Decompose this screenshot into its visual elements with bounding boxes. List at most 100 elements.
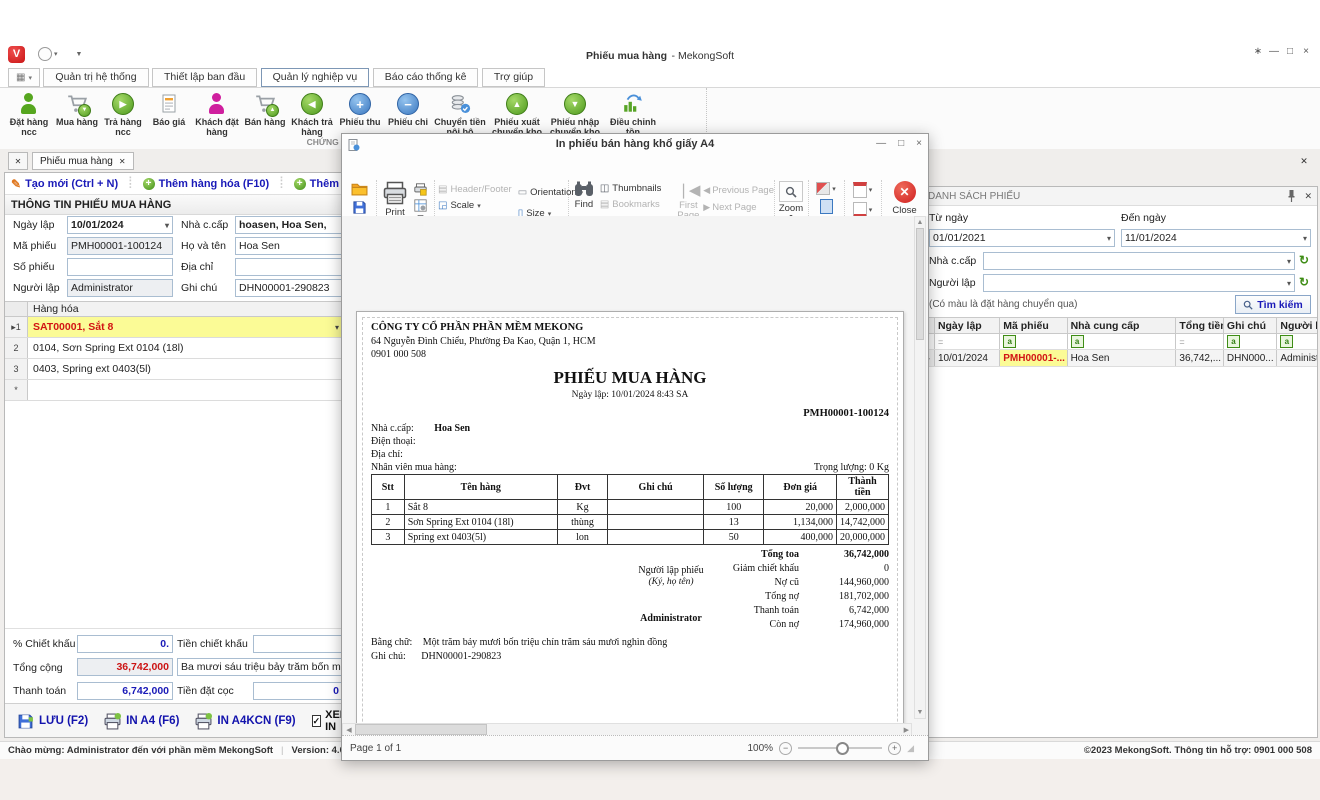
- tab-tro-giup[interactable]: Trợ giúp: [482, 68, 545, 87]
- tabstrip-close-icon[interactable]: ✕: [1296, 152, 1312, 170]
- print-a4-button[interactable]: IN A4 (F6): [104, 713, 179, 730]
- window-restore-icon[interactable]: □: [1282, 46, 1298, 57]
- add-employee-button[interactable]: + Thêm nhân viên: [294, 178, 344, 190]
- ribbon-app-button[interactable]: ▦ ▾: [8, 68, 40, 87]
- tong-cong-words-field[interactable]: Ba mươi sáu triệu bảy trăm bốn mươi hai …: [177, 658, 343, 676]
- refresh-icon[interactable]: ↻: [1299, 275, 1309, 289]
- ho-ten-field[interactable]: Hoa Sen: [235, 237, 343, 255]
- vscroll-thumb[interactable]: [916, 228, 924, 340]
- search-button[interactable]: Tìm kiếm: [1235, 295, 1311, 314]
- close-all-tabs-icon[interactable]: ✕: [8, 152, 28, 170]
- close-preview-button[interactable]: ✕ Close: [881, 180, 928, 216]
- resize-grip-icon[interactable]: ◢: [907, 743, 914, 754]
- dialog-close-icon[interactable]: ×: [916, 138, 922, 149]
- toolbar-phieu-thu[interactable]: + Phiếu thu: [336, 88, 384, 127]
- print-a4kcn-button[interactable]: IN A4KCN (F9): [195, 713, 295, 730]
- toolbar-ban-hang[interactable]: ▲ Bán hàng: [242, 88, 288, 127]
- creator-filter-field[interactable]: ▾: [983, 274, 1295, 292]
- col-nha-cung-cap[interactable]: Nhà cung cấp: [1068, 318, 1177, 333]
- close-panel-icon[interactable]: ✕: [1304, 191, 1312, 202]
- toolbar-khach-tra-hang[interactable]: ◀ Khách trả hàng: [288, 88, 336, 138]
- tab-quan-tri-he-thong[interactable]: Quản trị hệ thống: [43, 68, 148, 87]
- tab-thiet-lap-ban-dau[interactable]: Thiết lập ban đầu: [152, 68, 257, 87]
- preview-vscrollbar[interactable]: ▲ ▼: [914, 216, 926, 719]
- ma-phieu-field[interactable]: PMH00001-100124: [67, 237, 173, 255]
- scale-button[interactable]: ◲ Scale ▾: [438, 198, 512, 213]
- tien-dat-coc-field[interactable]: 0: [253, 682, 343, 700]
- xem-in-checkbox[interactable]: ✓ XEM IN: [312, 709, 344, 733]
- scroll-up-icon[interactable]: ▲: [915, 219, 925, 226]
- scroll-down-icon[interactable]: ▼: [915, 709, 925, 716]
- toolbar-dieu-chinh-ton[interactable]: Điều chỉnh tồn: [604, 88, 662, 138]
- so-phieu-field[interactable]: [67, 258, 173, 276]
- dia-chi-field[interactable]: [235, 258, 343, 276]
- hscroll-thumb[interactable]: [355, 724, 487, 735]
- item-row-3[interactable]: 3 0403, Spring ext 0403(5l): [5, 359, 343, 380]
- tong-cong-field[interactable]: 36,742,000: [77, 658, 173, 676]
- item-row-new[interactable]: *: [5, 380, 343, 401]
- item-row-2[interactable]: 2 0104, Sơn Spring Ext 0104 (18l): [5, 338, 343, 359]
- scroll-left-icon[interactable]: ◀: [343, 726, 355, 734]
- thanh-toan-field[interactable]: 6,742,000: [77, 682, 173, 700]
- add-item-button[interactable]: + Thêm hàng hóa (F10): [143, 178, 270, 190]
- bookmarks-button[interactable]: ▤ Bookmarks: [600, 197, 674, 212]
- nguoi-lap-field[interactable]: Administrator: [67, 279, 173, 297]
- to-date-field[interactable]: 11/01/2024 ▾: [1121, 229, 1311, 247]
- zoom-out-icon[interactable]: −: [779, 742, 792, 755]
- col-tong-tien[interactable]: Tổng tiền: [1176, 318, 1224, 333]
- scroll-right-icon[interactable]: ▶: [904, 726, 909, 734]
- window-minimize-icon[interactable]: —: [1266, 46, 1282, 57]
- pin-icon[interactable]: [1287, 190, 1296, 202]
- toolbar-khach-dat-hang[interactable]: Khách đặt hàng: [192, 88, 242, 138]
- toolbar-tra-hang-ncc[interactable]: ▶ Trả hàng ncc: [100, 88, 146, 138]
- from-date-field[interactable]: 01/01/2021 ▾: [929, 229, 1115, 247]
- tab-quan-ly-nghiep-vu[interactable]: Quản lý nghiệp vụ: [261, 68, 370, 87]
- toolbar-phieu-chi[interactable]: − Phiếu chi: [384, 88, 432, 127]
- window-close-icon[interactable]: ×: [1298, 46, 1314, 57]
- item-row-1[interactable]: ▸1 SAT00001, Sắt 8 ▾: [5, 317, 343, 338]
- supplier-filter-field[interactable]: ▾: [983, 252, 1295, 270]
- quick-print-icon[interactable]: [414, 183, 427, 196]
- tab-phieu-mua-hang[interactable]: Phiếu mua hàng ✕: [32, 152, 134, 170]
- list-grid-filter-row[interactable]: = a a = a a: [923, 334, 1317, 350]
- create-new-button[interactable]: ✎ Tạo mới (Ctrl + N): [11, 177, 118, 191]
- find-button[interactable]: Find: [568, 181, 600, 210]
- dialog-minimize-icon[interactable]: —: [876, 138, 886, 149]
- toolbar-mua-hang[interactable]: ▼ Mua hàng: [54, 88, 100, 127]
- tab-bao-cao-thong-ke[interactable]: Báo cáo thống kê: [373, 68, 479, 87]
- toolbar-dat-hang-ncc[interactable]: Đặt hàng ncc: [4, 88, 54, 138]
- window-style-icon[interactable]: ∗: [1250, 46, 1266, 57]
- open-folder-icon[interactable]: [351, 182, 368, 196]
- dialog-titlebar[interactable]: In phiếu bán hàng khổ giấy A4 — □ ×: [342, 134, 928, 157]
- toolbar-phieu-xuat-chuyen-kho[interactable]: ▲ Phiếu xuất chuyển kho: [488, 88, 546, 138]
- col-ghi-chu[interactable]: Ghi chú: [1224, 318, 1277, 333]
- tien-chiet-khau-field[interactable]: [253, 635, 343, 653]
- pct-chiet-khau-field[interactable]: 0.: [77, 635, 173, 653]
- zoom-slider-knob[interactable]: [836, 742, 849, 755]
- ngay-lap-field[interactable]: 10/01/2024 ▾: [67, 216, 173, 234]
- list-grid-row[interactable]: ▸ 10/01/2024 PMH00001-... Hoa Sen 36,742…: [923, 350, 1317, 367]
- save-icon[interactable]: [352, 200, 367, 215]
- next-page-button[interactable]: ▶ Next Page: [703, 200, 774, 215]
- toolbar-phieu-nhap-chuyen-kho[interactable]: ▼ Phiếu nhập chuyển kho: [546, 88, 604, 138]
- export-document-button[interactable]: ▾: [853, 182, 873, 198]
- close-tab-icon[interactable]: ✕: [119, 157, 126, 166]
- page-color-icon[interactable]: [820, 199, 833, 214]
- col-nguoi-lap[interactable]: Người lập: [1277, 318, 1317, 333]
- nha-ccap-field[interactable]: hoasen, Hoa Sen,: [235, 216, 343, 234]
- dialog-maximize-icon[interactable]: □: [898, 138, 904, 149]
- save-button[interactable]: LƯU (F2): [17, 713, 88, 730]
- zoom-button[interactable]: Zoom ▾: [774, 180, 808, 220]
- toolbar-bao-gia[interactable]: Báo giá: [146, 88, 192, 127]
- previous-page-button[interactable]: ◀ Previous Page: [703, 183, 774, 198]
- watermark-button[interactable]: ▾: [816, 182, 836, 195]
- toolbar-chuyen-tien-noi-bo[interactable]: Chuyển tiền nội bộ: [432, 88, 488, 138]
- col-ngay-lap[interactable]: Ngày lập: [935, 318, 1000, 333]
- zoom-slider[interactable]: [798, 747, 882, 749]
- ghi-chu-field[interactable]: DHN00001-290823: [235, 279, 343, 297]
- zoom-in-icon[interactable]: +: [888, 742, 901, 755]
- thumbnails-button[interactable]: ◫ Thumbnails: [600, 181, 674, 196]
- refresh-icon[interactable]: ↻: [1299, 253, 1309, 267]
- page-setup-icon[interactable]: [414, 199, 427, 212]
- col-ma-phieu[interactable]: Mã phiếu: [1000, 318, 1067, 333]
